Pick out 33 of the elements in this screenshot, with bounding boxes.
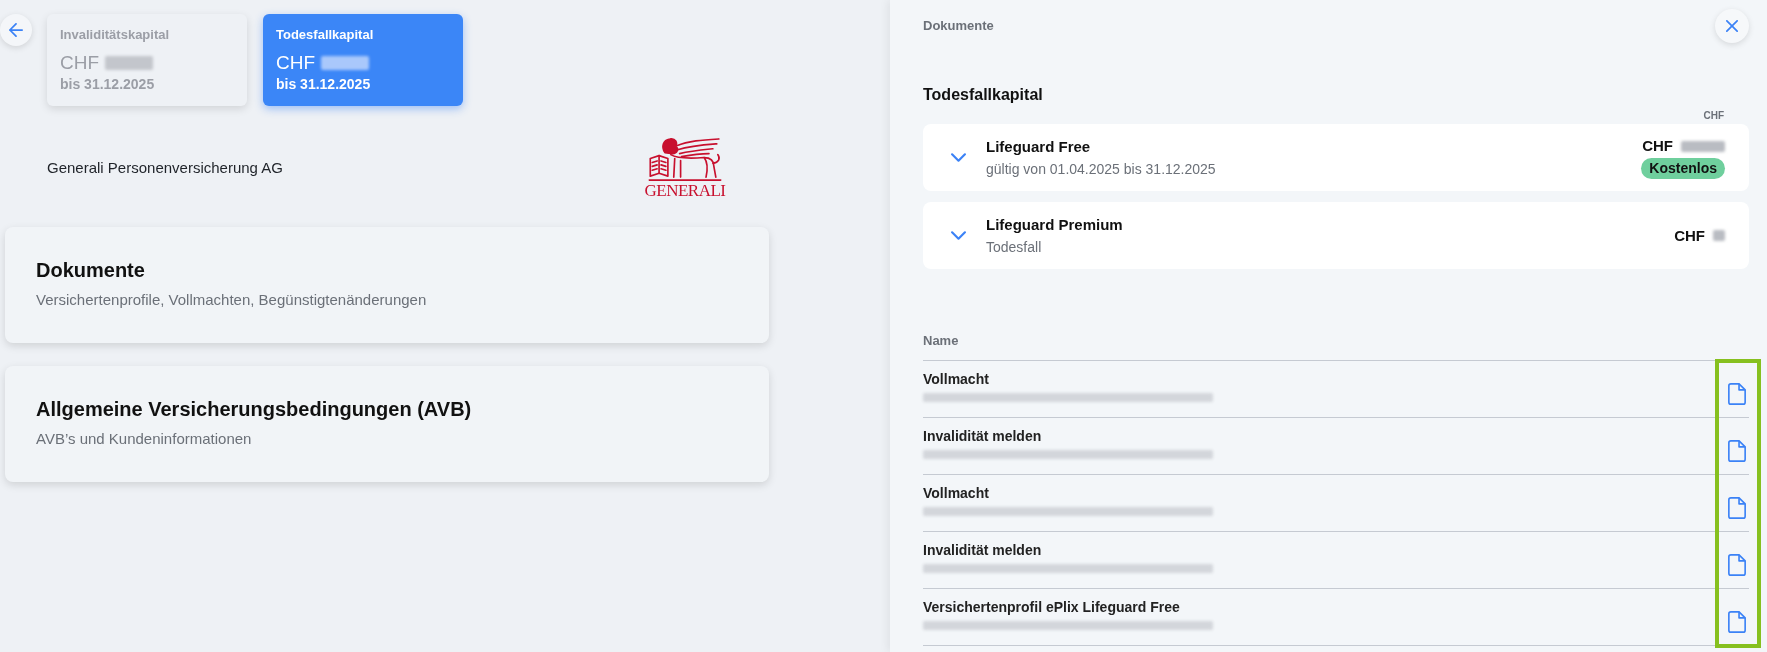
column-header: Name [923,333,959,349]
document-name: Vollmacht [923,370,989,388]
document-name: Invalidität melden [923,427,1042,445]
document-icon[interactable] [1728,496,1746,519]
status-badge: Kostenlos [1641,158,1725,179]
panel-title: Dokumente [923,17,994,36]
currency-label: CHF [1674,225,1705,246]
document-name: Vollmacht [923,484,989,502]
section-card[interactable]: Dokumente Versichertenprofile, Vollmachten, Begünstigtenänderungen [5,227,769,343]
chevron-down-icon[interactable] [951,231,966,240]
insurer-name: Generali Personenversicherung AG [47,158,283,179]
document-icon[interactable] [1728,439,1746,462]
policy-detail: gültig von 01.04.2025 bis 31.12.2025 [986,160,1216,178]
logo-text: GENERALI [644,182,726,200]
capital-tab[interactable]: Todesfallkapital CHF bis 31.12.2025 [263,14,463,106]
close-icon [1726,20,1738,32]
policy-name: Lifeguard Free [986,137,1092,157]
column-header: CHF [1703,110,1724,122]
arrow-left-icon [9,23,23,37]
document-icon[interactable] [1728,553,1746,576]
document-name: Invalidität melden [923,541,1042,559]
document-icon[interactable] [1728,610,1746,633]
section-heading: Todesfallkapital [923,85,1043,105]
close-button[interactable] [1715,9,1749,43]
currency-label: CHF [1642,136,1673,156]
policy-name: Lifeguard Premium [986,215,1123,235]
document-name: Versichertenprofil ePlix Lifeguard Free [923,598,1180,616]
policy-detail: Todesfall [986,238,1043,256]
document-icon[interactable] [1728,382,1746,405]
back-button[interactable] [0,14,32,46]
chevron-down-icon[interactable] [951,153,966,162]
section-card[interactable]: Allgemeine Versicherungsbedingungen (AVB) AVB’s und Kundeninformationen [5,366,769,482]
winged-lion-icon [648,137,722,182]
